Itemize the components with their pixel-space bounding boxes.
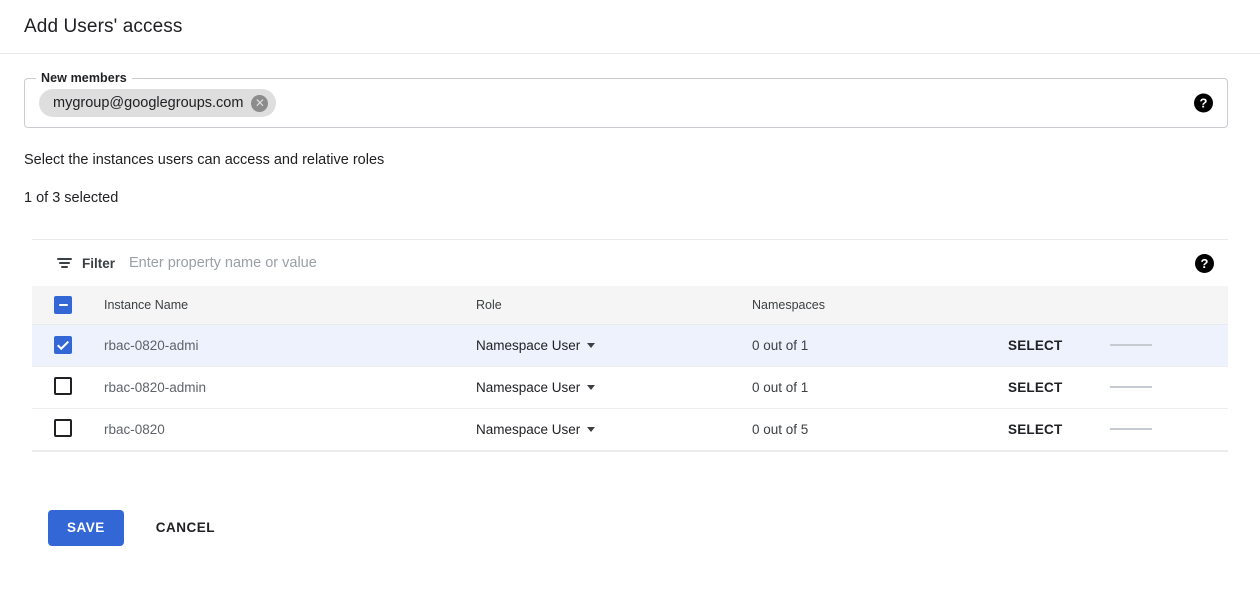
cell-action: SELECT	[1008, 324, 1108, 366]
cell-role: Namespace User	[476, 324, 752, 366]
new-members-input[interactable]: New members mygroup@googlegroups.com ✕ ?	[24, 78, 1228, 128]
role-dropdown[interactable]: Namespace User	[476, 380, 595, 395]
column-divider-mark	[1110, 386, 1152, 388]
new-members-label: New members	[36, 71, 132, 85]
table-head: Instance Name Role Namespaces	[32, 286, 1228, 324]
selection-count: 1 of 3 selected	[24, 190, 1236, 206]
filter-bar: Filter ?	[32, 240, 1228, 286]
new-members-field-wrapper: New members mygroup@googlegroups.com ✕ ?	[24, 78, 1236, 128]
chevron-down-icon	[587, 385, 595, 390]
column-divider-mark	[1110, 428, 1152, 430]
table-row[interactable]: rbac-0820 Namespace User 0 out of 5 SELE…	[32, 408, 1228, 450]
page-content: New members mygroup@googlegroups.com ✕ ?…	[0, 78, 1260, 546]
row-checkbox[interactable]	[54, 419, 72, 437]
help-icon[interactable]: ?	[1194, 94, 1213, 113]
instances-table-card: Filter ? Instance Name Role Namespaces	[32, 239, 1228, 452]
page-title: Add Users' access	[24, 16, 182, 38]
cell-instance-name: rbac-0820-admi	[104, 324, 476, 366]
column-header-action	[1008, 286, 1108, 324]
row-checkbox-cell	[32, 324, 104, 366]
cell-role: Namespace User	[476, 366, 752, 408]
cell-namespaces: 0 out of 1	[752, 324, 1008, 366]
role-value: Namespace User	[476, 422, 580, 437]
table-row[interactable]: rbac-0820-admin Namespace User 0 out of …	[32, 366, 1228, 408]
table-row[interactable]: rbac-0820-admi Namespace User 0 out of 1…	[32, 324, 1228, 366]
cell-tail	[1108, 408, 1228, 450]
cell-tail	[1108, 366, 1228, 408]
member-chip[interactable]: mygroup@googlegroups.com ✕	[39, 89, 276, 117]
role-value: Namespace User	[476, 338, 580, 353]
chevron-down-icon	[587, 427, 595, 432]
cell-action: SELECT	[1008, 366, 1108, 408]
table-body: rbac-0820-admi Namespace User 0 out of 1…	[32, 324, 1228, 450]
select-button[interactable]: SELECT	[1008, 380, 1062, 395]
column-header-instance-name: Instance Name	[104, 286, 476, 324]
select-all-cell	[32, 286, 104, 324]
role-dropdown[interactable]: Namespace User	[476, 422, 595, 437]
member-chip-label: mygroup@googlegroups.com	[53, 95, 243, 111]
select-all-checkbox[interactable]	[54, 296, 72, 314]
help-icon[interactable]: ?	[1195, 254, 1214, 273]
cell-namespaces: 0 out of 5	[752, 408, 1008, 450]
cell-role: Namespace User	[476, 408, 752, 450]
row-checkbox-cell	[32, 408, 104, 450]
cancel-button[interactable]: CANCEL	[146, 510, 225, 546]
save-button[interactable]: SAVE	[48, 510, 124, 546]
role-value: Namespace User	[476, 380, 580, 395]
role-dropdown[interactable]: Namespace User	[476, 338, 595, 353]
row-checkbox-cell	[32, 366, 104, 408]
column-header-tail	[1108, 286, 1228, 324]
filter-label: Filter	[82, 256, 115, 271]
table-header-row: Instance Name Role Namespaces	[32, 286, 1228, 324]
cell-instance-name: rbac-0820	[104, 408, 476, 450]
column-header-role: Role	[476, 286, 752, 324]
cell-instance-name: rbac-0820-admin	[104, 366, 476, 408]
close-icon[interactable]: ✕	[251, 95, 268, 112]
select-button[interactable]: SELECT	[1008, 338, 1062, 353]
cell-tail	[1108, 324, 1228, 366]
page-header: Add Users' access	[0, 0, 1260, 54]
column-header-namespaces: Namespaces	[752, 286, 1008, 324]
instructions-text: Select the instances users can access an…	[24, 152, 1236, 168]
filter-icon	[56, 256, 72, 270]
select-button[interactable]: SELECT	[1008, 422, 1062, 437]
footer-actions: SAVE CANCEL	[24, 510, 1236, 546]
instances-table: Instance Name Role Namespaces rbac-0820-…	[32, 286, 1228, 451]
column-divider-mark	[1110, 344, 1152, 346]
row-checkbox[interactable]	[54, 377, 72, 395]
cell-action: SELECT	[1008, 408, 1108, 450]
chevron-down-icon	[587, 343, 595, 348]
filter-input[interactable]	[129, 255, 1195, 271]
cell-namespaces: 0 out of 1	[752, 366, 1008, 408]
row-checkbox[interactable]	[54, 336, 72, 354]
